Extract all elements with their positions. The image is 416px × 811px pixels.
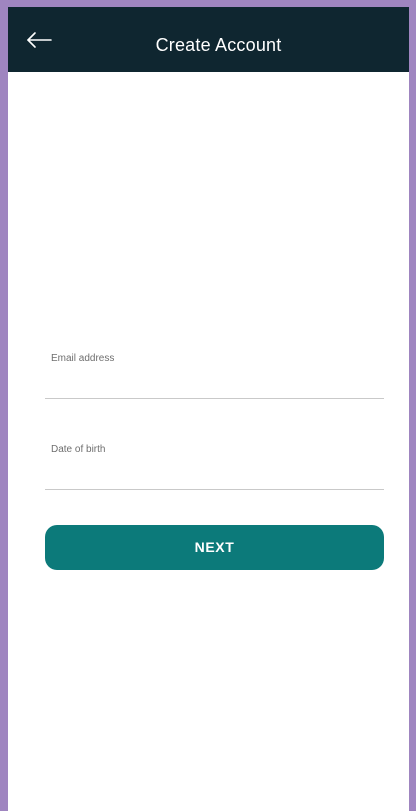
email-field[interactable] [45, 369, 384, 398]
dob-field-underline [45, 489, 384, 490]
next-button[interactable]: NEXT [45, 525, 384, 570]
email-field-underline [45, 398, 384, 399]
app-bar: Create Account [8, 7, 409, 72]
email-field-label: Email address [51, 353, 115, 364]
dob-field-label: Date of birth [51, 444, 106, 455]
dob-field[interactable] [45, 460, 384, 489]
page-title: Create Account [155, 35, 282, 55]
screen-frame: Create Account Email address Date of bir… [0, 0, 416, 811]
